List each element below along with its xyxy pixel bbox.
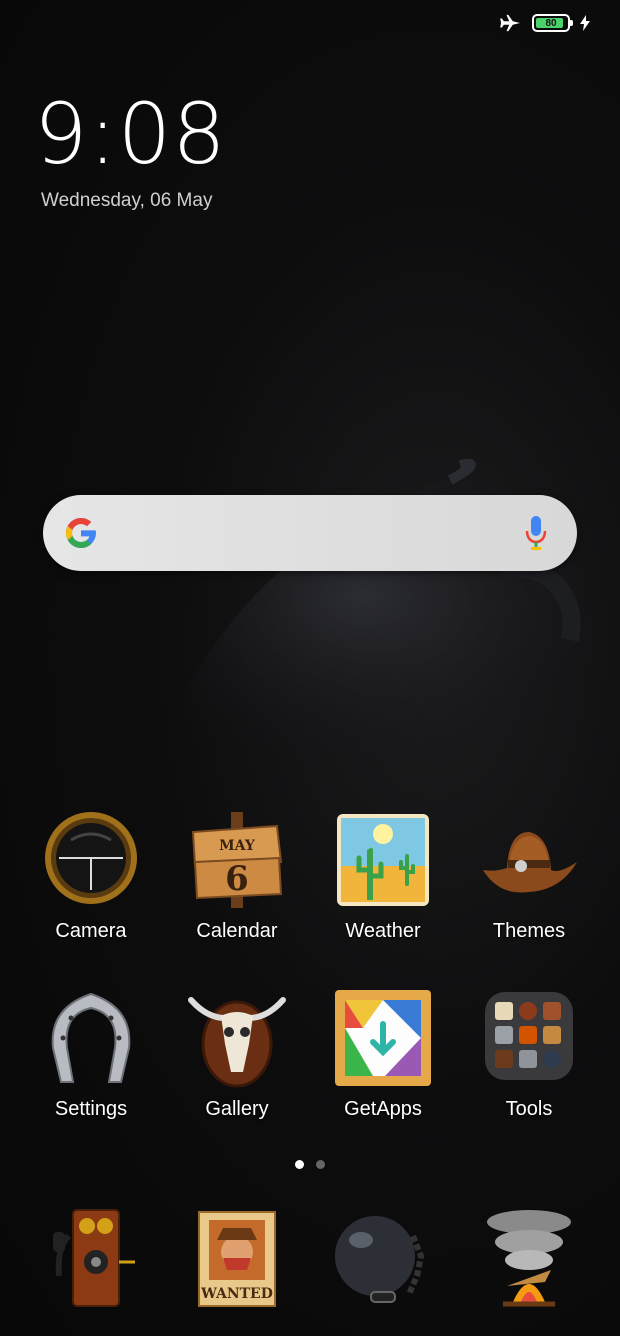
page-dot[interactable]	[316, 1160, 325, 1169]
battery-indicator: 80	[532, 14, 573, 32]
battery-level: 80	[545, 17, 557, 29]
google-search-bar[interactable]	[43, 495, 577, 571]
folder-icon	[485, 992, 573, 1080]
app-label: Calendar	[196, 920, 278, 942]
app-label: Settings	[54, 1098, 128, 1120]
app-weather[interactable]: Weather	[310, 810, 456, 943]
getapps-icon	[335, 990, 431, 1086]
horseshoe-icon	[51, 992, 131, 1083]
clock-time[interactable]: 9:08	[34, 92, 227, 176]
app-settings[interactable]: Settings	[18, 988, 164, 1121]
poster-text: WANTED	[200, 1286, 273, 1302]
desert-cactus-icon	[337, 814, 429, 906]
calendar-sign-icon: MAY 6	[191, 812, 283, 908]
campfire-smoke-icon	[487, 1210, 571, 1307]
camera-icon	[45, 812, 137, 904]
wanted-poster-icon: WANTED	[198, 1211, 276, 1307]
app-label: Gallery	[205, 1098, 269, 1120]
status-bar: 80	[500, 14, 590, 32]
app-getapps[interactable]: GetApps	[310, 988, 456, 1121]
page-dot-active[interactable]	[295, 1160, 304, 1169]
bull-skull-icon	[188, 997, 286, 1088]
app-themes[interactable]: Themes	[456, 810, 602, 943]
app-label: Tools	[505, 1098, 553, 1120]
app-label: Camera	[55, 920, 127, 942]
app-camera[interactable]: Camera	[18, 810, 164, 943]
app-tools-folder[interactable]: Tools	[456, 988, 602, 1121]
wallpaper-hand	[140, 458, 589, 776]
clock-date[interactable]: Wednesday, 06 May	[41, 190, 212, 212]
calendar-day: 6	[225, 859, 249, 899]
app-label: GetApps	[344, 1098, 422, 1120]
app-label: Themes	[492, 920, 566, 942]
dock-messages[interactable]: WANTED	[164, 1206, 310, 1310]
calendar-month: MAY	[219, 838, 256, 854]
page-indicator	[295, 1160, 325, 1169]
dock-phone[interactable]	[18, 1206, 164, 1310]
app-gallery[interactable]: Gallery	[164, 988, 310, 1121]
airplane-icon	[500, 14, 520, 32]
app-calendar[interactable]: MAY 6 Calendar	[164, 810, 310, 943]
google-g-icon	[66, 518, 96, 548]
cowboy-hat-icon	[483, 832, 577, 893]
old-telephone-icon	[53, 1209, 135, 1307]
dock-browser[interactable]	[310, 1206, 456, 1310]
app-label: Weather	[345, 920, 421, 942]
ball-and-chain-icon	[335, 1216, 425, 1303]
bolt-icon	[580, 15, 590, 31]
dock-camera-alt[interactable]	[456, 1206, 602, 1310]
microphone-icon[interactable]	[525, 515, 547, 551]
